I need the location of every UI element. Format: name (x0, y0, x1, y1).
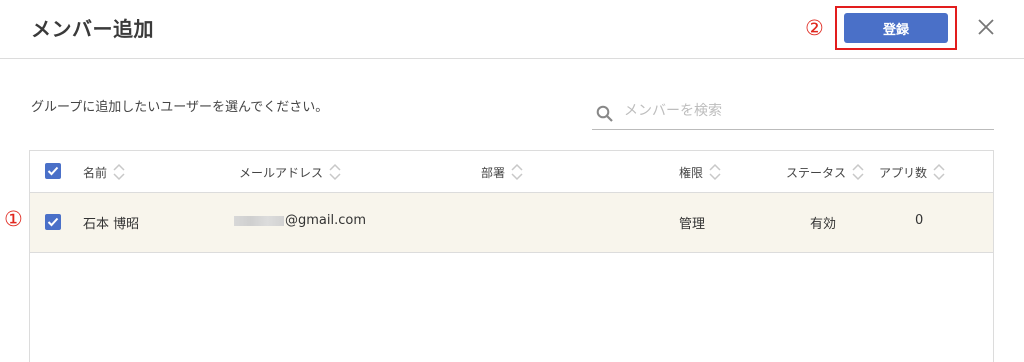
column-header-department[interactable]: 部署 (481, 163, 523, 181)
column-label-apps: アプリ数 (879, 165, 928, 180)
sort-icon[interactable] (113, 163, 125, 181)
sort-icon[interactable] (933, 163, 945, 181)
row-checkbox[interactable] (45, 214, 61, 230)
register-button[interactable]: 登録 (844, 13, 948, 43)
cell-role: 管理 (679, 217, 706, 232)
cell-status: 有効 (810, 217, 837, 232)
column-header-email[interactable]: メールアドレス (239, 163, 341, 181)
column-label-department: 部署 (481, 165, 506, 180)
column-header-name[interactable]: 名前 (83, 163, 125, 181)
sort-icon[interactable] (329, 163, 341, 181)
cell-name: 石本 博昭 (83, 217, 140, 232)
column-header-apps[interactable]: アプリ数 (879, 163, 945, 181)
checkbox-checked-icon (47, 217, 59, 227)
redacted-email-local-part (234, 215, 284, 226)
member-search-input[interactable] (624, 100, 984, 122)
dialog-title: メンバー追加 (31, 17, 154, 41)
column-label-name: 名前 (83, 165, 108, 180)
table-row[interactable]: 石本 博昭 @gmail.com 管理 有効 0 (30, 193, 993, 253)
close-icon[interactable] (975, 16, 997, 38)
dialog-header: メンバー追加 ② 登録 (0, 0, 1024, 59)
select-all-checkbox[interactable] (45, 163, 61, 179)
column-label-role: 権限 (679, 165, 704, 180)
annotation-marker-2: ② (805, 16, 824, 40)
sort-icon[interactable] (709, 163, 721, 181)
table-header: 名前 メールアドレス 部署 権限 ステータス アプリ数 (30, 151, 993, 193)
instruction-text: グループに追加したいユーザーを選んでください。 (31, 100, 329, 115)
member-table: 名前 メールアドレス 部署 権限 ステータス アプリ数 石本 博昭 @gmail… (29, 150, 994, 362)
cell-email: @gmail.com (234, 213, 366, 228)
column-header-status[interactable]: ステータス (786, 163, 864, 181)
sort-icon[interactable] (511, 163, 523, 181)
column-label-email: メールアドレス (239, 165, 324, 180)
checkbox-checked-icon (47, 166, 59, 176)
cell-email-domain: @gmail.com (285, 213, 367, 228)
sort-icon[interactable] (852, 163, 864, 181)
column-header-role[interactable]: 権限 (679, 163, 721, 181)
cell-apps: 0 (915, 213, 924, 228)
column-label-status: ステータス (786, 165, 847, 180)
search-box (592, 96, 994, 130)
search-icon (596, 105, 614, 127)
annotation-marker-1: ① (4, 207, 23, 231)
